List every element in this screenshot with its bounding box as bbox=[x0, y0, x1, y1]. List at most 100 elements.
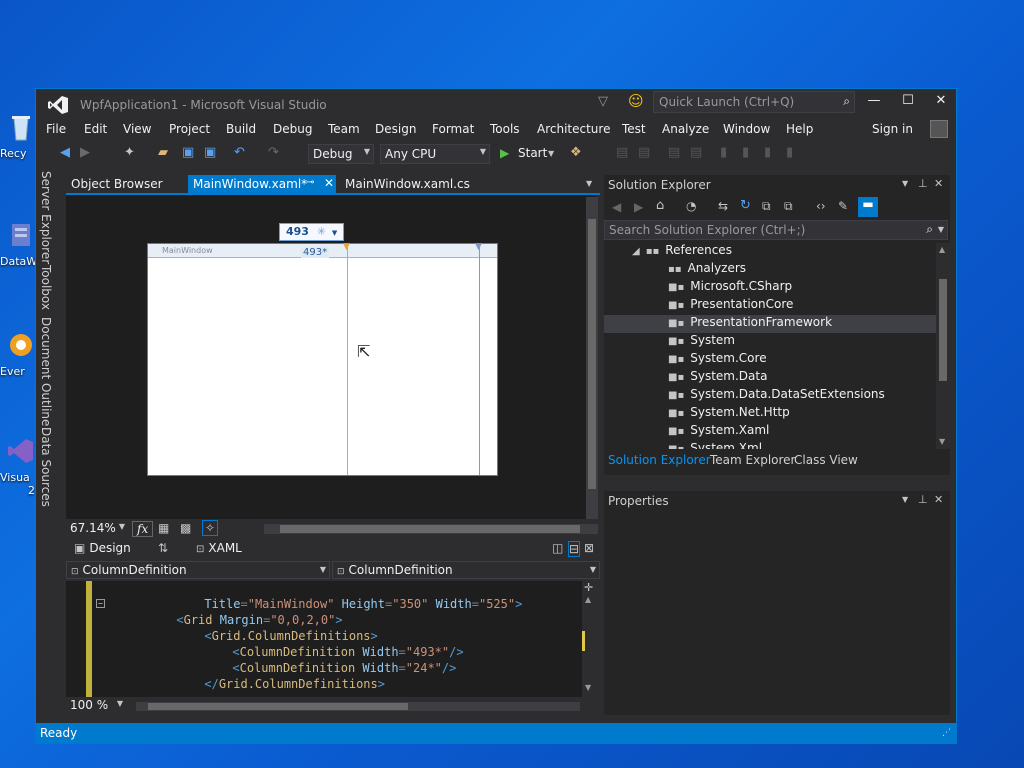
menu-design[interactable]: Design bbox=[375, 122, 416, 136]
tab-mainwindow-xaml[interactable]: MainWindow.xaml* ⊸ ✕ bbox=[188, 175, 336, 195]
menu-edit[interactable]: Edit bbox=[84, 122, 107, 136]
tree-vertical-scrollbar[interactable]: ▲ ▼ bbox=[936, 243, 950, 449]
menu-tools[interactable]: Tools bbox=[490, 122, 520, 136]
tree-item-system-xaml[interactable]: ■▪ System.Xaml bbox=[668, 423, 936, 441]
menu-project[interactable]: Project bbox=[169, 122, 210, 136]
account-avatar-icon[interactable] bbox=[930, 120, 948, 138]
view-code-icon[interactable]: ‹› bbox=[816, 199, 826, 213]
tab-xaml[interactable]: ⊡ XAML bbox=[196, 541, 242, 555]
snap-lines-icon[interactable]: ✧ bbox=[202, 520, 219, 536]
close-panel-icon[interactable]: ✕ bbox=[934, 177, 943, 190]
editor-vertical-scrollbar[interactable]: ✛ ▲ ▼ bbox=[582, 581, 596, 697]
pin-icon[interactable]: ⊸ bbox=[306, 177, 314, 188]
forward-icon[interactable]: ▶ bbox=[80, 145, 90, 160]
sign-in-link[interactable]: Sign in bbox=[872, 122, 913, 136]
pin-icon[interactable]: ⊥ bbox=[918, 493, 928, 506]
editor-horizontal-scrollbar[interactable] bbox=[136, 702, 580, 711]
editor-zoom-select[interactable]: 100 % ▼ bbox=[68, 697, 126, 715]
close-tab-icon[interactable]: ✕ bbox=[324, 176, 334, 190]
feedback-filter-icon[interactable]: ▽ bbox=[598, 94, 608, 109]
menu-analyze[interactable]: Analyze bbox=[662, 122, 709, 136]
menu-window[interactable]: Window bbox=[723, 122, 770, 136]
tree-item-references[interactable]: ◢ ▪▪ References bbox=[632, 243, 936, 261]
scroll-up-icon[interactable]: ▲ bbox=[585, 595, 591, 604]
scroll-thumb[interactable] bbox=[588, 219, 596, 489]
minimize-button[interactable]: — bbox=[862, 93, 886, 113]
home-icon[interactable]: ⌂ bbox=[656, 198, 664, 213]
data-sources-tab[interactable]: Data Sources bbox=[39, 427, 53, 507]
undo-icon[interactable]: ↶ bbox=[234, 145, 245, 160]
tree-item-presentationcore[interactable]: ■▪ PresentationCore bbox=[668, 297, 936, 315]
open-file-icon[interactable]: ▰ bbox=[158, 145, 168, 160]
designer-horizontal-scrollbar[interactable] bbox=[264, 524, 598, 534]
grid-lines-icon[interactable]: ▦ bbox=[158, 521, 169, 535]
pending-changes-icon[interactable]: ◔ bbox=[686, 199, 696, 213]
desktop-icon-evernote[interactable]: Ever bbox=[0, 330, 36, 378]
tree-item-system-xml[interactable]: ■▪ System.Xml bbox=[668, 441, 936, 449]
split-editor-icon[interactable]: ✛ bbox=[584, 581, 593, 594]
smiley-feedback-icon[interactable]: ☺ bbox=[628, 92, 644, 110]
refresh-icon[interactable]: ↻ bbox=[740, 198, 751, 213]
zoom-select[interactable]: 67.14% ▼ bbox=[68, 520, 128, 538]
back-icon[interactable]: ◀ bbox=[60, 145, 70, 160]
redo-icon[interactable]: ↷ bbox=[268, 145, 279, 160]
scroll-thumb[interactable] bbox=[582, 631, 596, 651]
panel-options-icon[interactable]: ▼ bbox=[902, 179, 908, 188]
menu-team[interactable]: Team bbox=[328, 122, 360, 136]
tree-item-system-core[interactable]: ■▪ System.Core bbox=[668, 351, 936, 369]
tab-class-view[interactable]: Class View bbox=[794, 453, 858, 467]
toolbox-tab[interactable]: Toolbox bbox=[39, 265, 53, 310]
menu-view[interactable]: View bbox=[123, 122, 151, 136]
document-outline-tab[interactable]: Document Outline bbox=[39, 317, 53, 426]
tree-item-analyzers[interactable]: ▪▪ Analyzers bbox=[668, 261, 936, 279]
swap-panes-icon[interactable]: ⇅ bbox=[158, 541, 168, 555]
designer-vertical-scrollbar[interactable] bbox=[586, 197, 598, 519]
desktop-icon-visual-studio[interactable]: Visua 2 bbox=[0, 436, 36, 497]
horizontal-split-icon[interactable]: ⊟ bbox=[568, 541, 581, 557]
preview-selected-icon[interactable]: ▬ bbox=[858, 197, 878, 217]
forward-icon[interactable]: ▶ bbox=[634, 200, 643, 214]
tab-design[interactable]: ▣ Design bbox=[74, 541, 131, 555]
menu-file[interactable]: File bbox=[46, 122, 66, 136]
tab-object-browser[interactable]: Object Browser bbox=[66, 175, 168, 195]
tab-overflow-icon[interactable]: ▼ bbox=[586, 179, 592, 188]
tree-item-microsoft-csharp[interactable]: ■▪ Microsoft.CSharp bbox=[668, 279, 936, 297]
start-dropdown-icon[interactable]: ▼ bbox=[548, 149, 554, 158]
menu-architecture[interactable]: Architecture bbox=[537, 122, 610, 136]
collapse-pane-icon[interactable]: ⊠ bbox=[584, 541, 594, 555]
back-icon[interactable]: ◀ bbox=[612, 200, 621, 214]
tree-item-presentationframework[interactable]: ■▪ PresentationFramework bbox=[604, 315, 936, 333]
column-grip-icon[interactable]: ▼ bbox=[343, 242, 350, 252]
tree-item-system-data-datasetextensions[interactable]: ■▪ System.Data.DataSetExtensions bbox=[668, 387, 936, 405]
column-width-badge[interactable]: 493 ✳ ▼ bbox=[279, 223, 345, 241]
menu-format[interactable]: Format bbox=[432, 122, 474, 136]
menu-help[interactable]: Help bbox=[786, 122, 813, 136]
scroll-down-icon[interactable]: ▼ bbox=[939, 437, 945, 446]
scroll-thumb[interactable] bbox=[939, 279, 947, 381]
column-divider-line[interactable] bbox=[347, 244, 348, 475]
save-icon[interactable]: ▣ bbox=[182, 145, 194, 160]
close-button[interactable]: ✕ bbox=[929, 93, 953, 113]
tree-item-system[interactable]: ■▪ System bbox=[668, 333, 936, 351]
collapse-region-icon[interactable]: − bbox=[96, 599, 105, 608]
close-panel-icon[interactable]: ✕ bbox=[934, 493, 943, 506]
title-bar[interactable]: WpfApplication1 - Microsoft Visual Studi… bbox=[36, 89, 956, 119]
tab-solution-explorer[interactable]: Solution Explorer bbox=[608, 453, 711, 467]
browser-link-icon[interactable]: ❖ bbox=[570, 145, 582, 160]
desktop-icon-recycle-bin[interactable]: Recy bbox=[0, 112, 36, 160]
xaml-designer-surface[interactable]: 493 ✳ ▼ MainWindow ▼ ▼ 493* ⇱ bbox=[66, 195, 596, 519]
window-artboard[interactable]: MainWindow ▼ ▼ 493* ⇱ bbox=[147, 242, 498, 476]
sync-icon[interactable]: ⇆ bbox=[718, 199, 728, 213]
collapse-all-icon[interactable]: ⧉ bbox=[762, 199, 771, 214]
solution-platform-select[interactable]: Any CPU ▼ bbox=[380, 144, 490, 164]
tree-item-system-data[interactable]: ■▪ System.Data bbox=[668, 369, 936, 387]
panel-options-icon[interactable]: ▼ bbox=[902, 495, 908, 504]
element-scope-select[interactable]: ⊡ ColumnDefinition ▼ bbox=[66, 561, 330, 579]
vertical-split-icon[interactable]: ◫ bbox=[552, 541, 563, 555]
pin-icon[interactable]: ⊥ bbox=[918, 177, 928, 190]
solution-explorer-search-input[interactable]: Search Solution Explorer (Ctrl+;) ⌕ ▼ bbox=[604, 220, 948, 240]
tab-team-explorer[interactable]: Team Explorer bbox=[710, 453, 796, 467]
server-explorer-tab[interactable]: Server Explorer bbox=[39, 171, 53, 264]
member-scope-select[interactable]: ⊡ ColumnDefinition ▼ bbox=[332, 561, 600, 579]
scroll-thumb[interactable] bbox=[280, 525, 580, 533]
